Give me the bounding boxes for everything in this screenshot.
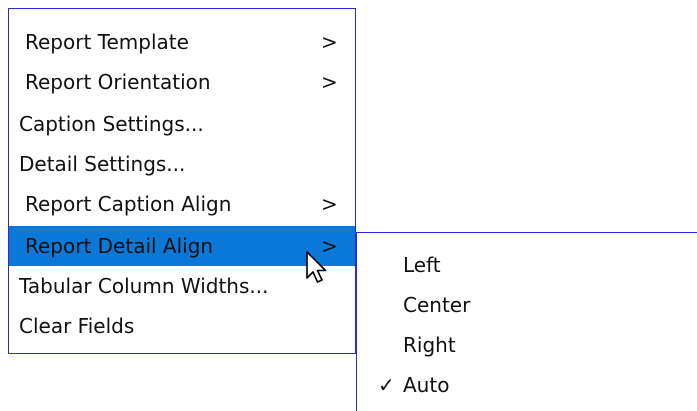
menu-item-tabular-column-widths[interactable]: Tabular Column Widths... [9, 266, 355, 306]
menu-item-report-template[interactable]: Report Template > [9, 22, 355, 62]
submenu-arrow-icon: > [321, 30, 338, 54]
submenu-item-right[interactable]: Right [357, 325, 697, 365]
context-menu: Report Template > Report Orientation > C… [8, 8, 356, 354]
menu-item-report-caption-align[interactable]: Report Caption Align > [9, 184, 355, 224]
menu-item-label: Caption Settings... [19, 112, 204, 136]
align-submenu: Left Center Right ✓ Auto [356, 232, 697, 411]
submenu-item-left[interactable]: Left [357, 245, 697, 285]
submenu-item-label: Center [403, 293, 471, 317]
menu-item-label: Detail Settings... [19, 152, 186, 176]
submenu-item-auto[interactable]: ✓ Auto [357, 365, 697, 405]
menu-item-label: Clear Fields [19, 314, 135, 338]
menu-item-clear-fields[interactable]: Clear Fields [9, 306, 355, 346]
checkmark-icon: ✓ [378, 373, 395, 397]
submenu-item-label: Auto [403, 373, 450, 397]
submenu-item-label: Left [403, 253, 441, 277]
arrow-cursor-icon [306, 251, 327, 283]
menu-item-label: Report Orientation [25, 70, 211, 94]
submenu-arrow-icon: > [321, 70, 338, 94]
menu-item-report-orientation[interactable]: Report Orientation > [9, 62, 355, 102]
menu-item-label: Report Detail Align [25, 234, 214, 258]
menu-item-label: Report Caption Align [25, 192, 232, 216]
submenu-arrow-icon: > [321, 192, 338, 216]
submenu-item-label: Right [403, 333, 456, 357]
menu-item-caption-settings[interactable]: Caption Settings... [9, 104, 355, 144]
menu-item-detail-settings[interactable]: Detail Settings... [9, 144, 355, 184]
menu-item-label: Tabular Column Widths... [19, 274, 269, 298]
screen: Report Template > Report Orientation > C… [0, 0, 697, 411]
submenu-item-center[interactable]: Center [357, 285, 697, 325]
menu-item-label: Report Template [25, 30, 189, 54]
menu-item-report-detail-align[interactable]: Report Detail Align > [9, 226, 355, 266]
